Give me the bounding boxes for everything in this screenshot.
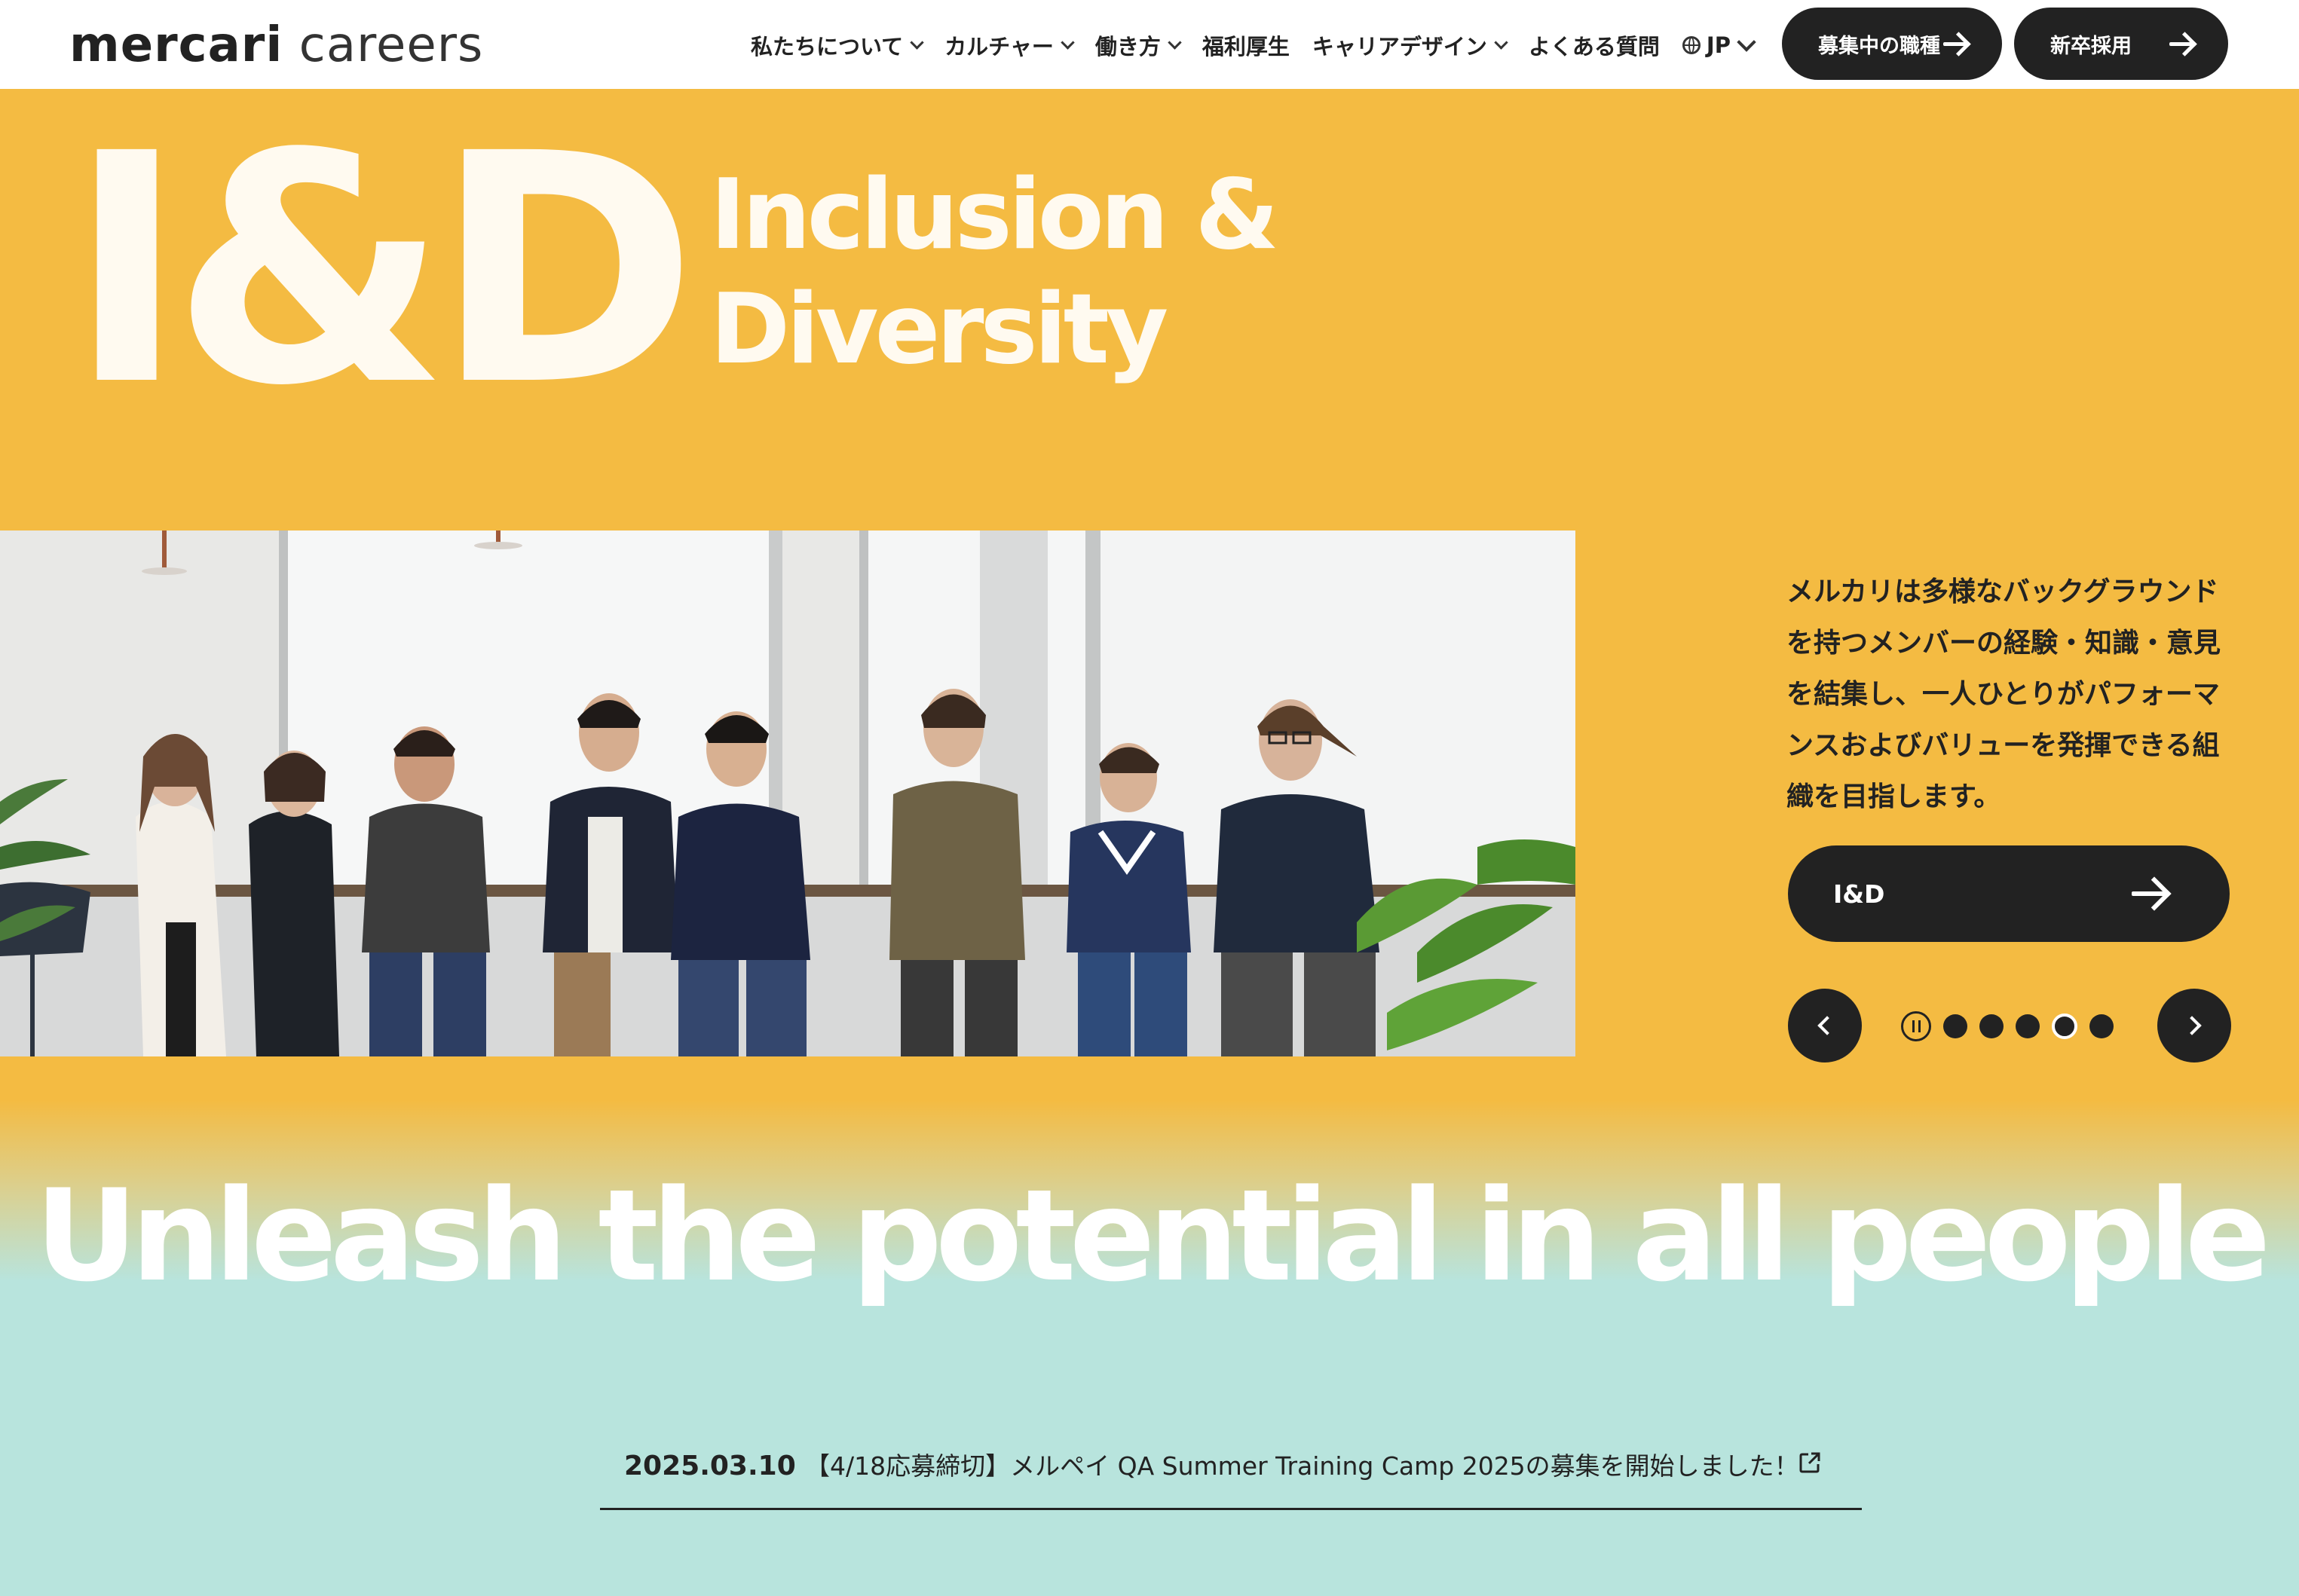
chevron-down-icon (1061, 35, 1075, 50)
carousel-dot-1[interactable] (1943, 1014, 1967, 1038)
nav-item-label: よくある質問 (1528, 34, 1660, 60)
news-title: 【4/18応募締切】メルペイ QA Summer Training Camp 2… (805, 1451, 1799, 1481)
hero-photo (0, 530, 1575, 1056)
id-cta-label: I&D (1833, 879, 1885, 909)
hero-title-line1: Inclusion & (710, 159, 1279, 271)
open-positions-button[interactable]: 募集中の職種 (1782, 8, 2002, 80)
nav-item-benefits[interactable]: 福利厚生 (1202, 29, 1290, 61)
nav-item-faq[interactable]: よくある質問 (1529, 29, 1660, 61)
nav-item-label: キャリアデザイン (1312, 34, 1487, 60)
carousel-next-button[interactable] (2157, 989, 2231, 1062)
nav-item-label: 働き方 (1094, 34, 1161, 60)
new-grad-button[interactable]: 新卒採用 (2014, 8, 2228, 80)
arrow-right-icon (2132, 877, 2169, 910)
hero-big-label: I&D (68, 87, 697, 455)
chevron-left-icon (1817, 1016, 1837, 1035)
chevron-down-icon (1737, 32, 1756, 52)
nav-item-label: カルチャー (944, 34, 1054, 60)
site-logo[interactable]: mercari careers (69, 15, 483, 75)
nav-item-career-design[interactable]: キャリアデザイン (1312, 29, 1508, 61)
carousel-pager (1901, 1010, 2114, 1043)
logo-brand: mercari (69, 17, 283, 73)
arrow-right-icon (2169, 32, 2195, 55)
carousel-dot-4[interactable] (2052, 1014, 2077, 1039)
hero-title-line2: Diversity (710, 274, 1168, 386)
carousel-dot-2[interactable] (1979, 1014, 2004, 1038)
new-grad-label: 新卒採用 (2050, 34, 2132, 58)
site-header: mercari careers 私たちについて カルチャー 働き方 福利厚生 キ… (0, 0, 2299, 89)
carousel-prev-button[interactable] (1788, 989, 1862, 1062)
main-nav: 私たちについて カルチャー 働き方 福利厚生 キャリアデザイン よくある質問 J… (751, 23, 1756, 68)
id-cta-button[interactable]: I&D (1788, 845, 2230, 942)
chevron-down-icon (910, 35, 924, 50)
carousel-dot-5[interactable] (2089, 1014, 2114, 1038)
chevron-down-icon (1494, 35, 1508, 50)
nav-item-label: 福利厚生 (1202, 34, 1290, 60)
open-positions-label: 募集中の職種 (1818, 34, 1940, 58)
slogan-heading: Unleash the potential in all people (35, 1162, 2270, 1310)
arrow-right-icon (1943, 32, 1969, 55)
globe-icon (1682, 36, 1701, 54)
nav-item-about[interactable]: 私たちについて (751, 29, 924, 61)
news-date: 2025.03.10 (624, 1451, 796, 1481)
hero-description: メルカリは多様なバックグラウンドを持つメンバーの経験・知識・意見を結集し、一人ひ… (1786, 576, 2221, 812)
nav-item-culture[interactable]: カルチャー (944, 29, 1075, 61)
chevron-down-icon (1168, 35, 1182, 50)
pause-icon[interactable] (1901, 1011, 1931, 1041)
nav-item-label: 私たちについて (751, 34, 904, 60)
external-link-icon (1799, 1452, 1820, 1473)
news-item[interactable]: 2025.03.10 【4/18応募締切】メルペイ QA Summer Trai… (600, 1429, 1862, 1510)
carousel-dot-3[interactable] (2016, 1014, 2040, 1038)
logo-sub: careers (298, 17, 484, 73)
chevron-right-icon (2182, 1016, 2202, 1035)
nav-item-work-style[interactable]: 働き方 (1094, 29, 1182, 61)
hero-title: Inclusion & Diversity (710, 158, 1279, 387)
language-label: JP (1706, 32, 1731, 58)
language-selector[interactable]: JP (1682, 32, 1756, 58)
